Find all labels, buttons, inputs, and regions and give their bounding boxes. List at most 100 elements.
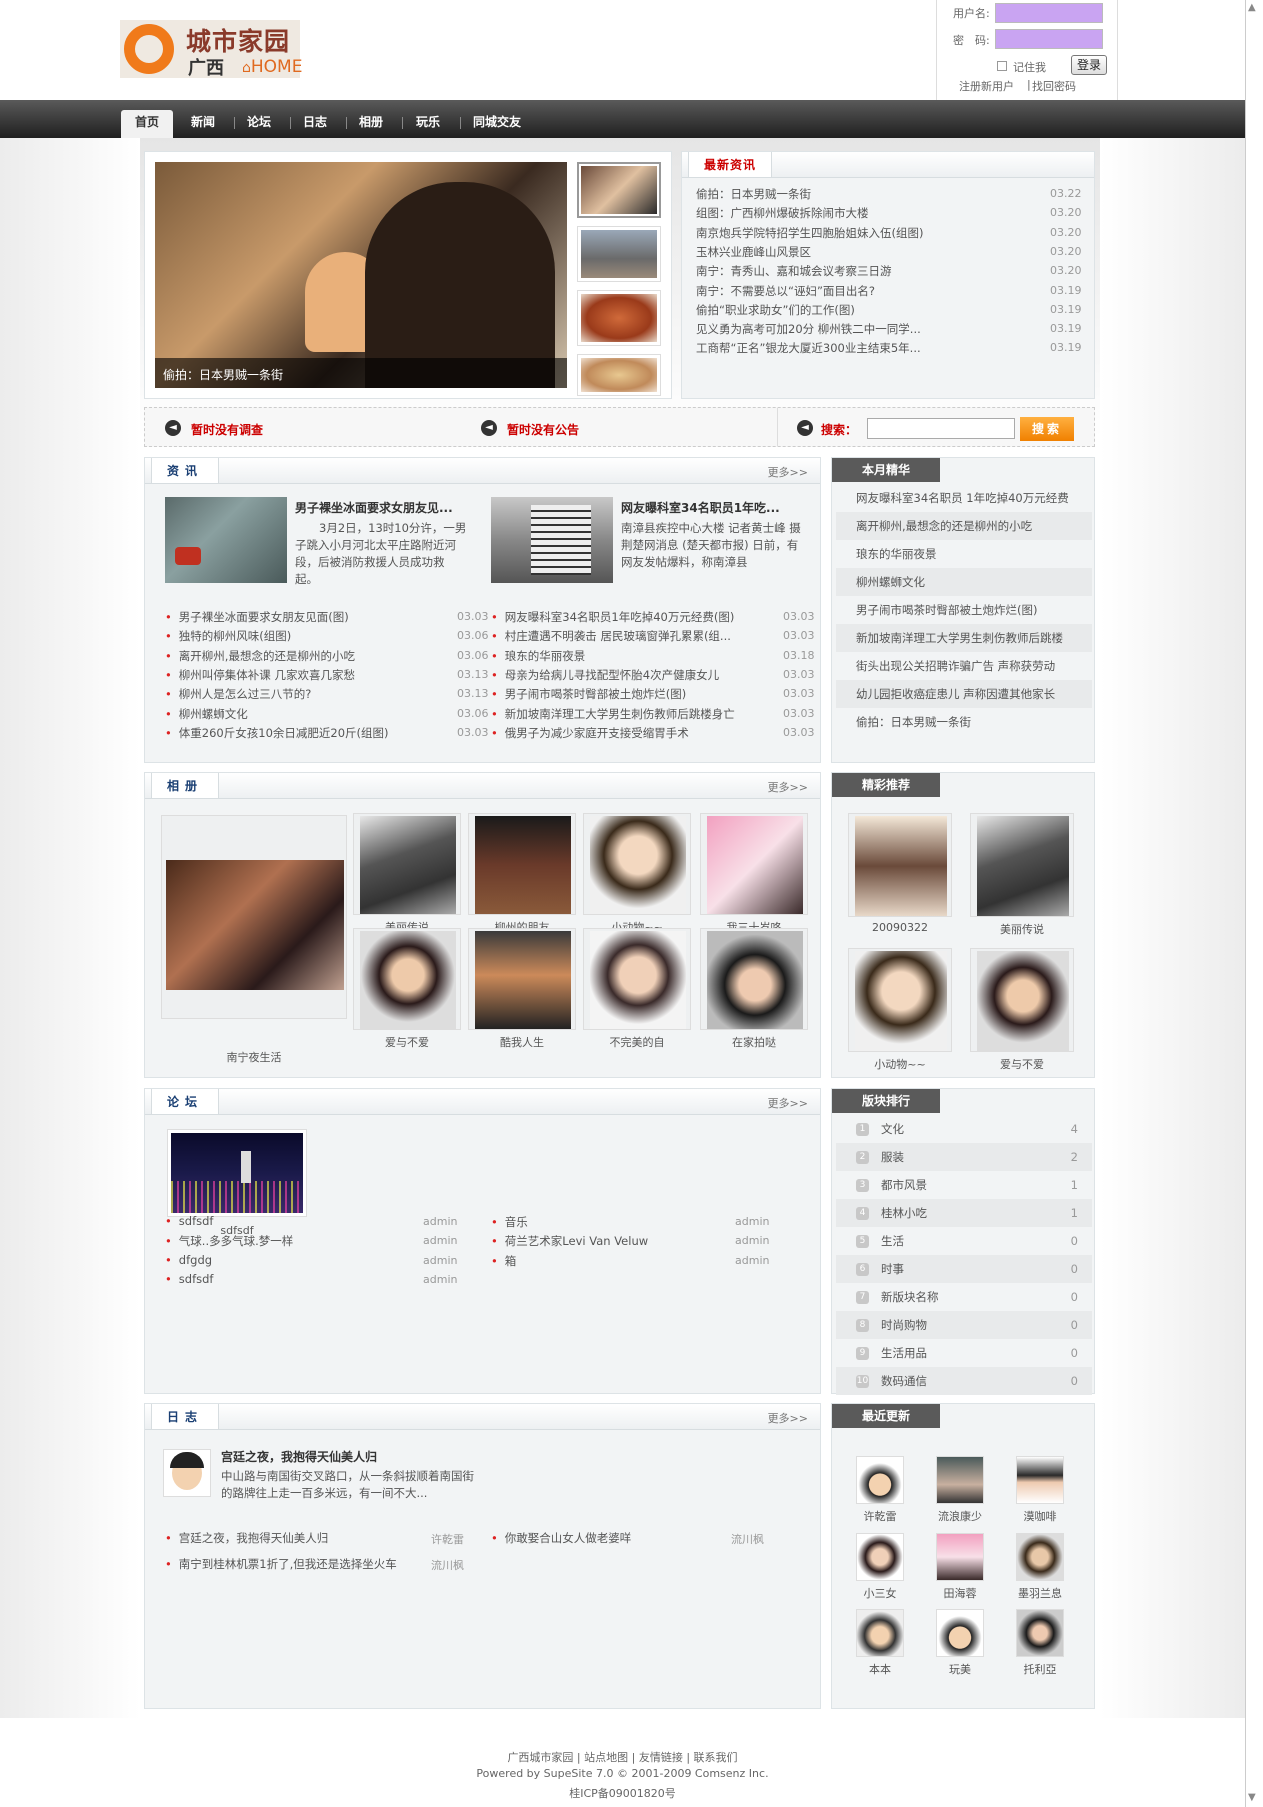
nav-forum[interactable]: 论坛 — [236, 110, 282, 138]
list-item[interactable]: • 体重260斤女孩10余日减肥近20斤(组图) — [165, 725, 420, 741]
list-item[interactable]: • 柳州人是怎么过三八节的? — [165, 686, 420, 702]
list-item[interactable]: • 南宁到桂林机票1折了,但我还是选择坐火车 — [165, 1556, 405, 1572]
list-item[interactable]: • 网友曝科室34名职员1年吃掉40万元经费(图) — [491, 609, 741, 625]
list-item[interactable]: • 村庄遭遇不明袭击 居民玻璃窗弹孔累累(组... — [491, 628, 741, 644]
nav-friends[interactable]: 同城交友 — [462, 110, 532, 138]
news-feature-1-image[interactable] — [165, 497, 287, 583]
user-avatar[interactable] — [1016, 1456, 1064, 1504]
ranking-item-name[interactable]: 数码通信 — [881, 1367, 927, 1395]
album-photo[interactable] — [468, 928, 576, 1030]
album-photo-caption[interactable]: 爱与不爱 — [353, 1034, 461, 1050]
list-item[interactable]: • 音乐 — [491, 1214, 691, 1230]
list-item[interactable]: • 琅东的华丽夜景 — [491, 648, 741, 664]
list-item[interactable]: • 独特的柳州风味(组图) — [165, 628, 420, 644]
login-button[interactable]: 登录 — [1071, 55, 1107, 75]
ranking-item[interactable]: 2 服装 2 — [836, 1143, 1092, 1171]
latest-news-item[interactable]: 组图：广西柳州爆破拆除闹市大楼 — [696, 205, 1016, 221]
list-item-title[interactable]: 母亲为给病儿寻找配型怀胎4次产健康女儿 — [505, 668, 719, 682]
album-photo-caption[interactable]: 不完美的自 — [583, 1034, 691, 1050]
user-name[interactable]: 小三女 — [844, 1585, 916, 1601]
user-name[interactable]: 许乾雷 — [844, 1508, 916, 1524]
user-avatar[interactable] — [1016, 1609, 1064, 1657]
latest-news-item[interactable]: 偷拍：日本男贼一条街 — [696, 186, 1016, 202]
list-item-title[interactable]: 箱 — [505, 1254, 517, 1268]
blog-more-link[interactable]: 更多>> — [768, 1410, 808, 1426]
nav-play[interactable]: 玩乐 — [404, 110, 452, 138]
list-item-title[interactable]: dfgdg — [179, 1253, 212, 1267]
list-item[interactable]: • 气球..多多气球.梦一样 — [165, 1233, 425, 1249]
user-avatar[interactable] — [856, 1533, 904, 1581]
picks-photo[interactable] — [848, 813, 952, 917]
picks-photo-caption[interactable]: 小动物~~ — [848, 1056, 952, 1072]
user-name[interactable]: 墨羽兰息 — [1004, 1585, 1076, 1601]
user-avatar[interactable] — [936, 1456, 984, 1504]
list-item-title[interactable]: 宫廷之夜，我抱得天仙美人归 — [179, 1531, 329, 1545]
album-photo-caption[interactable]: 酷我人生 — [468, 1034, 576, 1050]
list-item-title[interactable]: 气球..多多气球.梦一样 — [179, 1234, 293, 1248]
news-feature-2-image[interactable] — [491, 497, 613, 583]
monthly-best-item[interactable]: 琅东的华丽夜景 — [836, 540, 1092, 568]
list-item[interactable]: • 离开柳州,最想念的还是柳州的小吃 — [165, 648, 420, 664]
footer-icp[interactable]: 桂ICP备09001820号 — [0, 1785, 1245, 1801]
ranking-item-name[interactable]: 桂林小吃 — [881, 1199, 927, 1227]
ranking-item[interactable]: 5 生活 0 — [836, 1227, 1092, 1255]
list-item[interactable]: • 箱 — [491, 1253, 691, 1269]
list-item[interactable]: • sdfsdf — [165, 1214, 425, 1228]
list-item-title[interactable]: 南宁到桂林机票1折了,但我还是选择坐火车 — [179, 1557, 397, 1571]
album-photo[interactable] — [468, 813, 576, 915]
register-link[interactable]: 注册新用户 — [959, 78, 1014, 94]
monthly-best-item[interactable]: 柳州螺蛳文化 — [836, 568, 1092, 596]
ranking-item[interactable]: 10 数码通信 0 — [836, 1367, 1092, 1395]
ranking-item-name[interactable]: 生活 — [881, 1227, 904, 1255]
latest-news-item[interactable]: 工商帮“正名”银龙大厦近300业主结束5年... — [696, 340, 1016, 356]
picks-photo[interactable] — [970, 813, 1074, 917]
list-item[interactable]: • 宫廷之夜，我抱得天仙美人归 — [165, 1530, 405, 1546]
hero-image[interactable]: 偷拍：日本男贼一条街 — [155, 162, 567, 388]
blog-feature-title[interactable]: 宫廷之夜，我抱得天仙美人归 — [221, 1448, 377, 1465]
list-item[interactable]: • 俄男子为减少家庭开支接受缩胃手术 — [491, 725, 741, 741]
hero-thumb-3[interactable] — [577, 290, 661, 346]
album-big-caption[interactable]: 南宁夜生活 — [161, 1049, 347, 1065]
monthly-best-item[interactable]: 新加坡南洋理工大学男生刺伤教师后跳楼 — [836, 624, 1092, 652]
picks-photo[interactable] — [848, 948, 952, 1052]
scroll-down-icon[interactable]: ▼ — [1248, 1792, 1256, 1803]
list-item[interactable]: • 男子闹市喝茶时臀部被土炮炸烂(图) — [491, 686, 741, 702]
hero-thumb-4[interactable] — [577, 354, 661, 396]
latest-news-item[interactable]: 见义勇为高考可加20分 柳州铁二中一同学... — [696, 321, 1016, 337]
ranking-item[interactable]: 6 时事 0 — [836, 1255, 1092, 1283]
album-photo[interactable] — [700, 813, 808, 915]
picks-photo-caption[interactable]: 爱与不爱 — [970, 1056, 1074, 1072]
list-item-title[interactable]: 网友曝科室34名职员1年吃掉40万元经费(图) — [505, 610, 735, 624]
list-item-title[interactable]: sdfsdf — [179, 1272, 214, 1286]
search-input[interactable] — [867, 418, 1015, 439]
latest-news-item[interactable]: 偷拍“职业求助女”们的工作(图) — [696, 302, 1016, 318]
picks-photo-caption[interactable]: 美丽传说 — [970, 921, 1074, 937]
monthly-best-item[interactable]: 幼儿园拒收癌症患儿 声称因遭其他家长 — [836, 680, 1092, 708]
nav-blog[interactable]: 日志 — [292, 110, 338, 138]
password-input[interactable] — [995, 29, 1103, 49]
list-item[interactable]: • 荷兰艺术家Levi Van Veluw — [491, 1233, 691, 1249]
list-item[interactable]: • 柳州螺蛳文化 — [165, 706, 420, 722]
ranking-item[interactable]: 7 新版块名称 0 — [836, 1283, 1092, 1311]
user-name[interactable]: 本本 — [844, 1661, 916, 1677]
ranking-item-name[interactable]: 服装 — [881, 1143, 904, 1171]
ranking-item-name[interactable]: 时事 — [881, 1255, 904, 1283]
list-item-title[interactable]: 新加坡南洋理工大学男生刺伤教师后跳楼身亡 — [505, 707, 735, 721]
list-item[interactable]: • 柳州叫停集体补课 几家欢喜几家愁 — [165, 667, 420, 683]
latest-news-item[interactable]: 南京炮兵学院特招学生四胞胎姐妹入伍(组图) — [696, 225, 1016, 241]
list-item-title[interactable]: 离开柳州,最想念的还是柳州的小吃 — [179, 649, 355, 663]
list-item-title[interactable]: 俄男子为减少家庭开支接受缩胃手术 — [505, 726, 689, 740]
user-avatar[interactable] — [936, 1533, 984, 1581]
hero-thumb-1[interactable] — [577, 162, 661, 218]
forgot-password-link[interactable]: 找回密码 — [1032, 78, 1076, 94]
list-item-title[interactable]: 你敢娶合山女人做老婆咩 — [505, 1531, 632, 1545]
site-logo[interactable]: 城市家园 广西 ⌂HOME — [120, 20, 302, 79]
user-name[interactable]: 托利亞 — [1004, 1661, 1076, 1677]
album-photo[interactable] — [700, 928, 808, 1030]
list-item-title[interactable]: 柳州人是怎么过三八节的? — [179, 687, 312, 701]
nav-news[interactable]: 新闻 — [180, 110, 226, 138]
list-item[interactable]: • 你敢娶合山女人做老婆咩 — [491, 1530, 691, 1546]
monthly-best-item[interactable]: 男子闹市喝茶时臀部被土炮炸烂(图) — [836, 596, 1092, 624]
list-item[interactable]: • sdfsdf — [165, 1272, 425, 1286]
list-item-title[interactable]: 荷兰艺术家Levi Van Veluw — [505, 1234, 648, 1248]
